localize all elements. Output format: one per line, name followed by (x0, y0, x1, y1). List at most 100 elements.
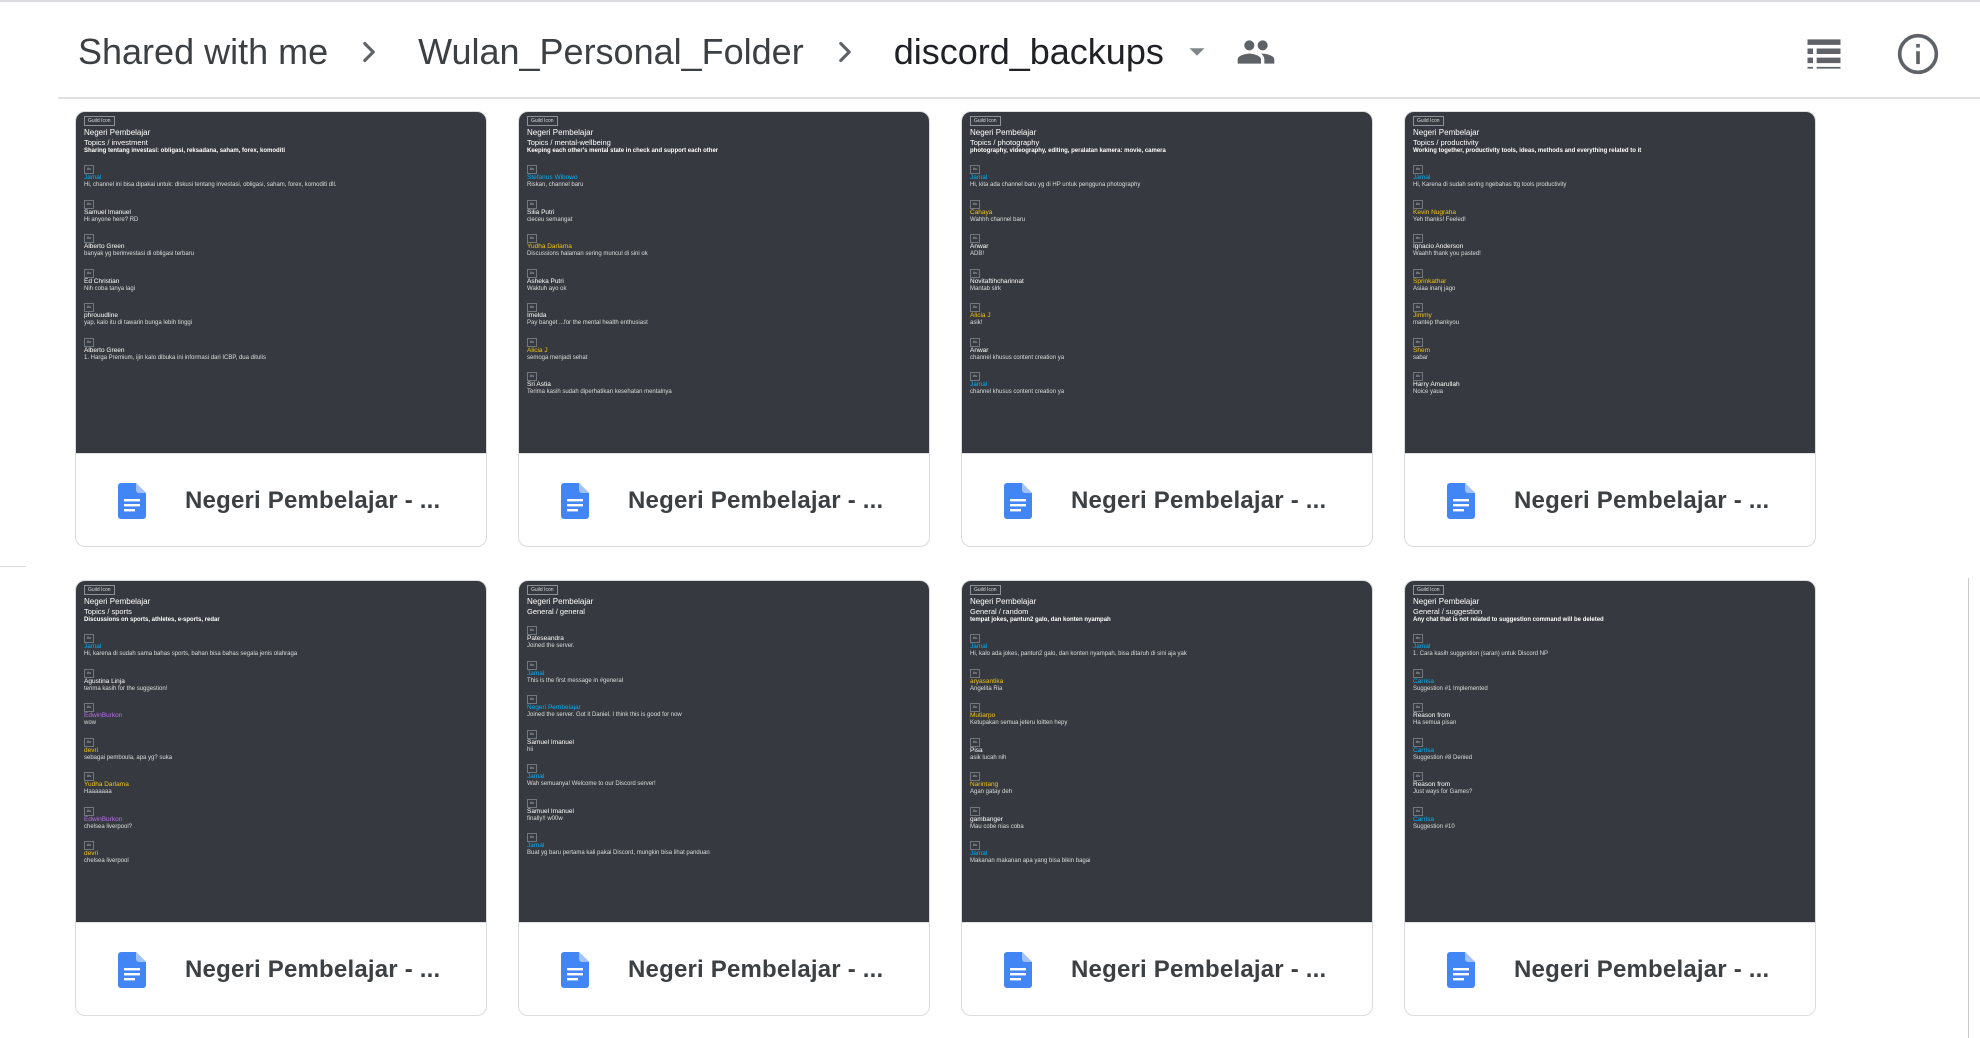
avatar: Av (970, 372, 980, 381)
file-card-footer[interactable]: Negeri Pembelajar - ... (519, 922, 929, 1015)
avatar: Av (84, 199, 94, 209)
people-icon[interactable] (1236, 32, 1276, 72)
file-title[interactable]: Negeri Pembelajar - ... (628, 487, 883, 515)
file-title[interactable]: Negeri Pembelajar - ... (1514, 956, 1769, 984)
file-card-footer[interactable]: Negeri Pembelajar - ... (76, 922, 486, 1015)
preview-text: Yeh thanks! Feeled! (1413, 216, 1466, 223)
preview-message: Av Jamal Hi, kalo ada jokes, pantun2 galo,… (970, 634, 1364, 659)
preview-message: Av Stefanus Wibowo Riskan, channel baru (527, 165, 921, 190)
preview-message: Av Asheka Putri Waktuh ayo ok (527, 268, 921, 294)
file-card[interactable]: Guild Icon Negeri Pembelajar Topics / ment… (518, 111, 930, 547)
file-card-footer[interactable]: Negeri Pembelajar - ... (519, 453, 929, 546)
file-title[interactable]: Negeri Pembelajar - ... (1071, 956, 1326, 984)
preview-author: Narintang (970, 781, 999, 788)
preview-message: Av Yudha Darlama Haaaaaaa (84, 772, 478, 797)
avatar: Av (970, 668, 980, 678)
preview-server-name: Negeri Pembelajar (527, 128, 594, 137)
preview-text: hii (527, 746, 534, 753)
preview-message: Av Samuel Imanuel finally!! w00w (527, 798, 921, 824)
file-card-footer[interactable]: Negeri Pembelajar - ... (962, 453, 1372, 546)
preview-author: Mutiarpo (970, 712, 996, 719)
preview-text: chelsea liverpool (84, 858, 129, 864)
preview-channel-name: Topics / photography (970, 138, 1040, 147)
avatar: Av (84, 737, 94, 747)
preview-message: Av gambanger Mau cobe nias coba (970, 806, 1364, 832)
file-card[interactable]: Guild Icon Negeri Pembelajar Topics / inve… (75, 111, 487, 547)
guild-icon: Guild Icon (84, 116, 115, 126)
file-title[interactable]: Negeri Pembelajar - ... (1071, 487, 1326, 515)
avatar: Av (527, 729, 537, 739)
file-card[interactable]: Guild Icon Negeri Pembelajar General / ran… (961, 580, 1373, 1016)
file-thumbnail[interactable]: Guild Icon Negeri Pembelajar General / gen… (519, 581, 929, 922)
preview-message: Av Ed Christian Nih coba tanya lagi (84, 268, 478, 294)
preview-author: devri (84, 746, 99, 754)
file-card-footer[interactable]: Negeri Pembelajar - ... (962, 922, 1372, 1015)
preview-author: aryasantika (970, 677, 1004, 685)
preview-text: Hi anyone here? RD (84, 216, 139, 223)
file-thumbnail[interactable]: Guild Icon Negeri Pembelajar General / ran… (962, 581, 1372, 922)
preview-author: Carrisa (1413, 815, 1434, 823)
preview-text: Ha semua pisan (1413, 720, 1457, 726)
file-thumbnail[interactable]: Guild Icon Negeri Pembelajar Topics / phot… (962, 112, 1372, 453)
preview-message: Av Negeri Pembelajar Joined the server. Go… (527, 695, 921, 720)
preview-text: asik! (970, 320, 983, 326)
preview-message: Av Jamal Makanan makanan apa yang bisa bik… (970, 841, 1364, 866)
file-title[interactable]: Negeri Pembelajar - ... (185, 956, 440, 984)
list-view-icon[interactable] (1802, 32, 1846, 76)
file-card[interactable]: Guild Icon Negeri Pembelajar Topics / spor… (75, 580, 487, 1016)
preview-author: Harry Amarullah (1413, 381, 1460, 388)
preview-text: terima kasih for the suggestion! (84, 685, 168, 692)
file-thumbnail[interactable]: Guild Icon Negeri Pembelajar Topics / inve… (76, 112, 486, 453)
preview-message: Av Alicia Jsemoga menjadi sehat (527, 337, 921, 363)
avatar: Av (1413, 234, 1423, 243)
avatar: Av (527, 303, 537, 312)
preview-message: Av Ignacio Anderson Waahh thank you pasted… (1413, 234, 1807, 259)
preview-server-name: Negeri Pembelajar (1413, 597, 1480, 606)
file-title[interactable]: Negeri Pembelajar - ... (185, 487, 440, 515)
preview-text: Waahh thank you pasted! (1413, 251, 1481, 257)
breadcrumb-current-folder[interactable]: discord_backups (894, 31, 1164, 73)
file-title[interactable]: Negeri Pembelajar - ... (628, 956, 883, 984)
preview-channel-topic: Discussions on sports, athletes, e-sport… (84, 617, 220, 623)
file-card-footer[interactable]: Negeri Pembelajar - ... (1405, 453, 1815, 546)
preview-message: Av Harry Amarullah Noice yaua (1413, 372, 1807, 397)
file-card-footer[interactable]: Negeri Pembelajar - ... (1405, 922, 1815, 1015)
preview-text: Discussions halaman sering muncul di sin… (527, 251, 648, 257)
preview-author: Jamal (1413, 174, 1431, 181)
file-card[interactable]: Guild Icon Negeri Pembelajar General / sug… (1404, 580, 1816, 1016)
preview-message: Av Jamal Hi, Karena di sudah sering ngebah… (1413, 165, 1807, 190)
avatar: Av (84, 841, 94, 850)
avatar: Av (527, 764, 537, 773)
google-docs-icon (118, 952, 146, 988)
file-card-footer[interactable]: Negeri Pembelajar - ... (76, 453, 486, 546)
preview-channel-topic: tempat jokes, pantun2 galo, dan konten n… (970, 617, 1111, 623)
file-title[interactable]: Negeri Pembelajar - ... (1514, 487, 1769, 515)
google-docs-icon (1004, 952, 1032, 988)
preview-text: channel khusus content creation ya (970, 354, 1065, 361)
avatar: Av (1413, 737, 1423, 747)
file-card[interactable]: Guild Icon Negeri Pembelajar General / gen… (518, 580, 930, 1016)
avatar: Av (970, 234, 980, 243)
file-thumbnail[interactable]: Guild Icon Negeri Pembelajar Topics / prod… (1405, 112, 1815, 453)
file-card[interactable]: Guild Icon Negeri Pembelajar Topics / phot… (961, 111, 1373, 547)
avatar: Av (970, 737, 980, 747)
preview-text: Suggestion #10 (1413, 823, 1455, 830)
scrollbar-track[interactable] (1968, 578, 1969, 1038)
preview-channel-name: Topics / mental-wellbeing (527, 138, 611, 147)
info-icon[interactable] (1896, 32, 1940, 76)
preview-channel-topic: Keeping each other's mental state in che… (527, 148, 719, 154)
preview-channel-name: Topics / investment (84, 138, 148, 147)
preview-messages: Av Stefanus Wibowo Riskan, channel baru Av S… (527, 165, 921, 397)
breadcrumb-wulan-personal-folder[interactable]: Wulan_Personal_Folder (418, 31, 804, 73)
file-thumbnail[interactable]: Guild Icon Negeri Pembelajar Topics / spor… (76, 581, 486, 922)
file-thumbnail[interactable]: Guild Icon Negeri Pembelajar General / sug… (1405, 581, 1815, 922)
caret-down-icon[interactable] (1182, 37, 1212, 67)
preview-messages: Av Pateseandra Joined the server. Av Jamal Th… (527, 626, 921, 858)
breadcrumb-shared-with-me[interactable]: Shared with me (78, 31, 328, 73)
preview-author: Yudha Darlama (84, 781, 129, 788)
preview-text: ADB! (970, 251, 985, 257)
preview-messages: Av Jamal Hi, kita ada channel baru yg di H… (970, 165, 1364, 397)
file-thumbnail[interactable]: Guild Icon Negeri Pembelajar Topics / ment… (519, 112, 929, 453)
file-card[interactable]: Guild Icon Negeri Pembelajar Topics / prod… (1404, 111, 1816, 547)
avatar: Av (1413, 268, 1423, 278)
